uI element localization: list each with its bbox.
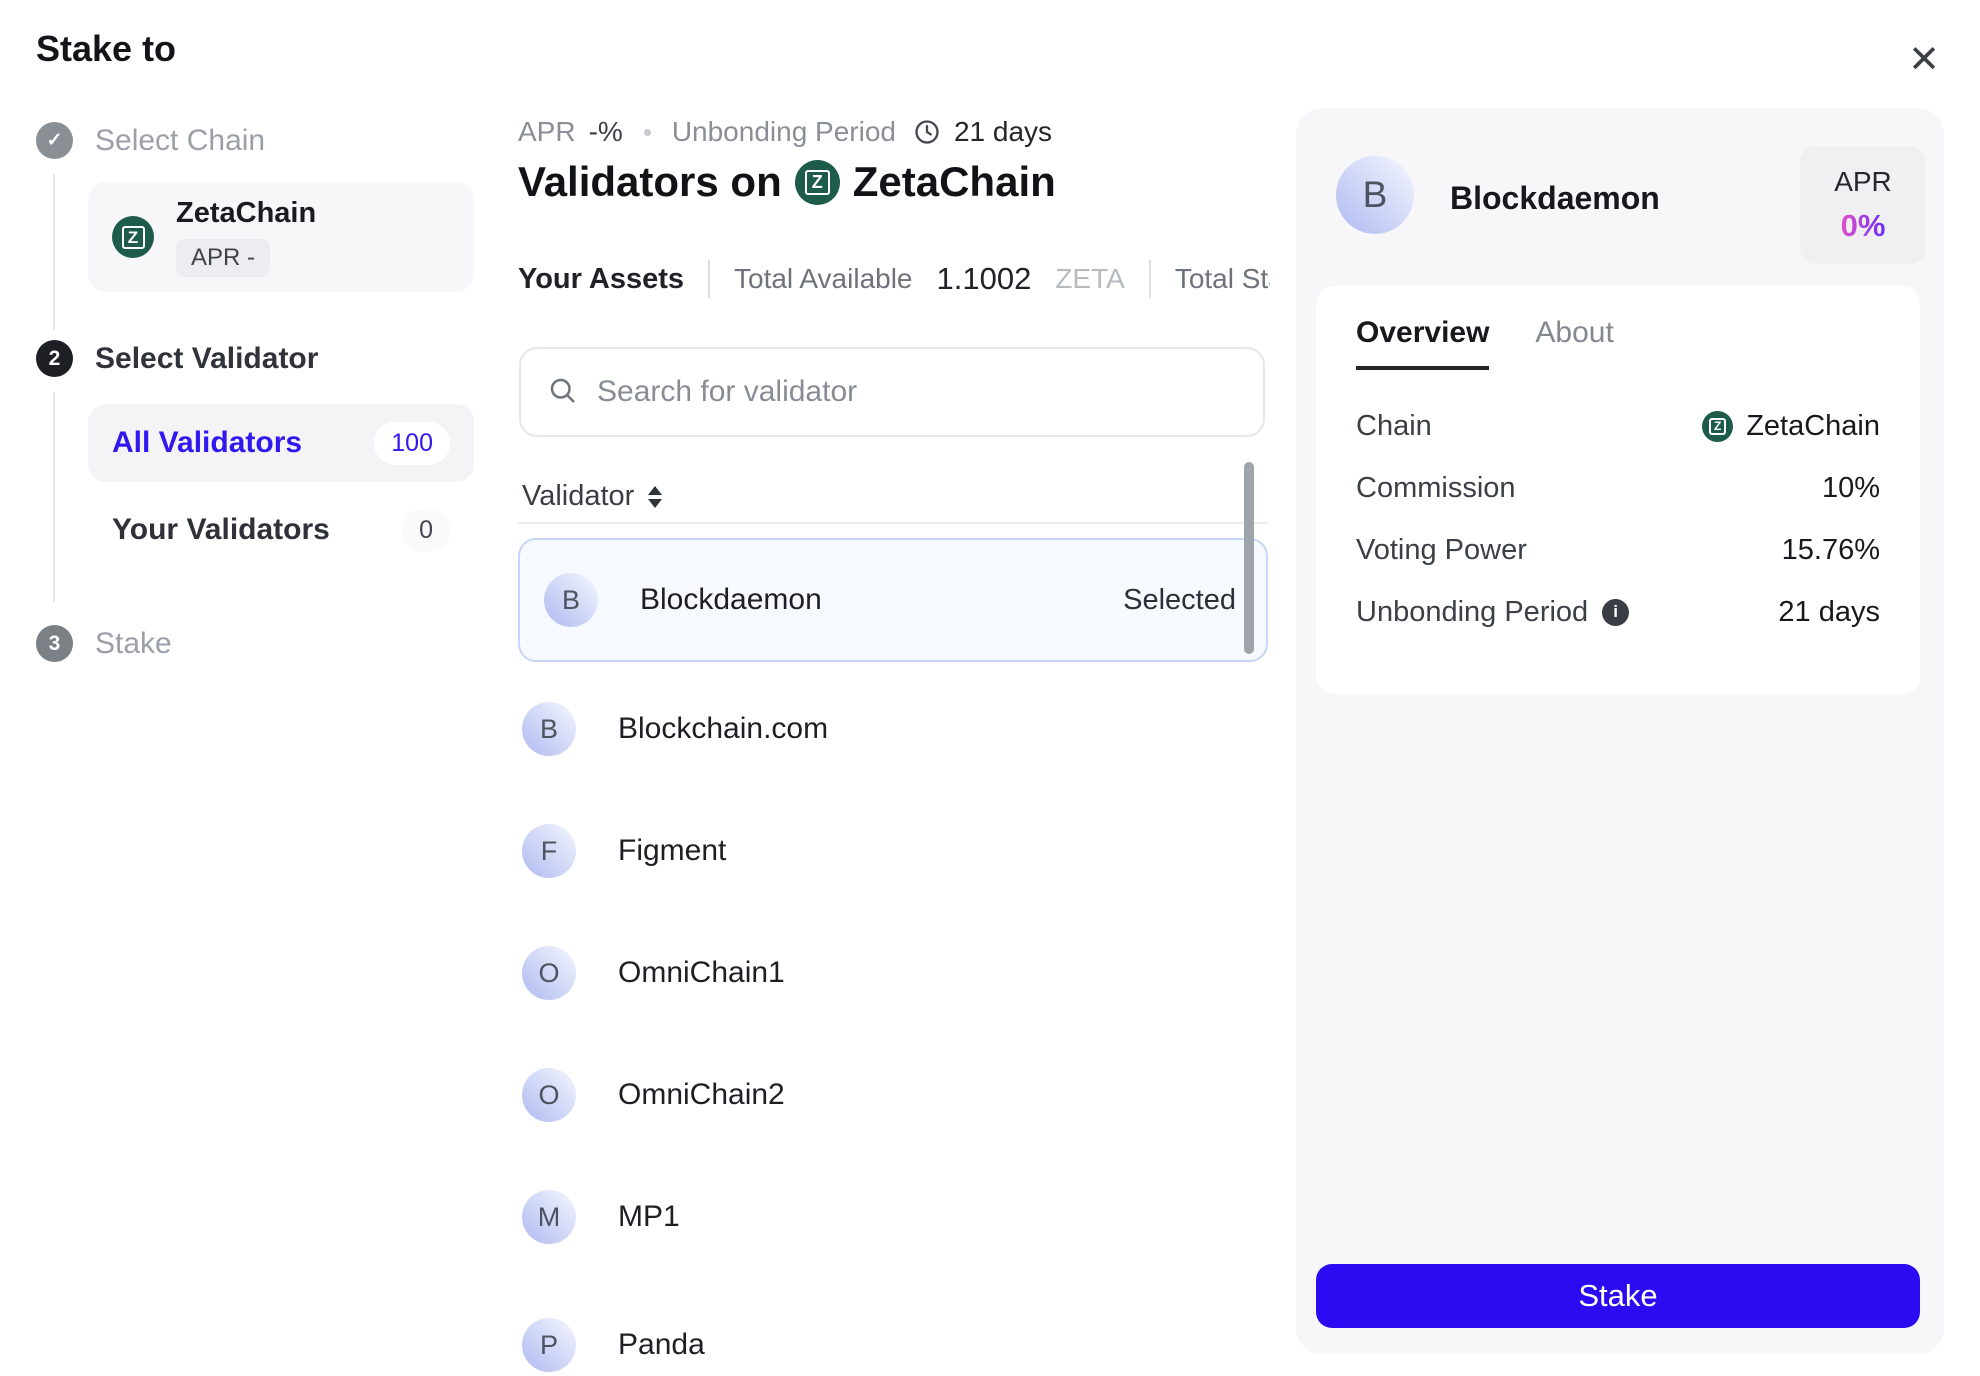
unbonding-value: 21 days bbox=[954, 116, 1052, 148]
selected-badge: Selected bbox=[1123, 584, 1236, 617]
validator-row[interactable]: B Blockchain.com bbox=[522, 702, 1266, 756]
your-assets-label: Your Assets bbox=[518, 263, 684, 296]
zetachain-logo-icon: Z bbox=[1702, 411, 1733, 442]
filter-your-validators[interactable]: Your Validators 0 bbox=[88, 498, 474, 562]
validator-name: Panda bbox=[618, 1328, 705, 1362]
row-value: 21 days bbox=[1778, 594, 1880, 630]
validator-row[interactable]: F Figment bbox=[522, 824, 1266, 878]
validator-name: Figment bbox=[618, 834, 726, 868]
validator-name: Blockchain.com bbox=[618, 712, 828, 746]
validator-row[interactable]: M MP1 bbox=[522, 1190, 1266, 1244]
step-stake: 3 Stake bbox=[36, 625, 172, 662]
detail-row-commission: Commission 10% bbox=[1356, 470, 1880, 506]
tab-overview[interactable]: Overview bbox=[1356, 316, 1489, 370]
validator-detail-name: Blockdaemon bbox=[1450, 180, 1660, 217]
total-available-unit: ZETA bbox=[1055, 263, 1124, 295]
validator-row[interactable]: O OmniChain2 bbox=[522, 1068, 1266, 1122]
avatar: O bbox=[522, 946, 576, 1000]
validator-name: OmniChain1 bbox=[618, 956, 785, 990]
dot-separator bbox=[644, 129, 651, 136]
validator-name: MP1 bbox=[618, 1200, 680, 1234]
divider bbox=[708, 260, 710, 298]
step-connector bbox=[53, 392, 55, 602]
count-badge: 100 bbox=[374, 422, 450, 465]
apr-value: -% bbox=[589, 116, 623, 148]
step-connector bbox=[53, 174, 55, 330]
detail-card: Overview About Chain Z ZetaChain Commiss… bbox=[1316, 286, 1920, 694]
close-button[interactable]: ✕ bbox=[1896, 32, 1952, 88]
scrollbar[interactable] bbox=[1244, 462, 1254, 654]
validator-search[interactable] bbox=[519, 347, 1265, 437]
row-value: ZetaChain bbox=[1746, 408, 1880, 444]
apr-label: APR bbox=[518, 116, 576, 148]
filter-label: Your Validators bbox=[112, 513, 330, 547]
stake-button[interactable]: Stake bbox=[1316, 1264, 1920, 1328]
chain-meta-row: APR -% Unbonding Period 21 days bbox=[518, 116, 1052, 148]
search-icon bbox=[547, 375, 577, 410]
selected-chain-card[interactable]: Z ZetaChain APR - bbox=[88, 182, 474, 292]
row-value: 10% bbox=[1822, 470, 1880, 506]
step-number: 3 bbox=[36, 625, 73, 662]
detail-row-voting-power: Voting Power 15.76% bbox=[1356, 532, 1880, 568]
info-icon[interactable]: i bbox=[1602, 599, 1629, 626]
zetachain-logo-icon: Z bbox=[112, 216, 154, 258]
avatar: O bbox=[522, 1068, 576, 1122]
row-label: Unbonding Period bbox=[1356, 594, 1588, 630]
total-available-value: 1.1002 bbox=[937, 261, 1032, 297]
validator-name: OmniChain2 bbox=[618, 1078, 785, 1112]
section-title-chain: ZetaChain bbox=[853, 158, 1056, 206]
avatar: B bbox=[1336, 156, 1414, 234]
section-title: Validators on Z ZetaChain bbox=[518, 158, 1056, 206]
tab-about[interactable]: About bbox=[1535, 316, 1613, 370]
row-label: Voting Power bbox=[1356, 532, 1527, 568]
avatar: F bbox=[522, 824, 576, 878]
close-icon: ✕ bbox=[1908, 39, 1940, 81]
step-number: 2 bbox=[36, 340, 73, 377]
avatar: B bbox=[522, 702, 576, 756]
step-select-chain: ✓ Select Chain bbox=[36, 122, 265, 159]
stake-modal: Stake to ✕ ✓ Select Chain Z ZetaChain AP… bbox=[0, 0, 1980, 1376]
clock-icon bbox=[913, 118, 941, 146]
detail-row-unbonding: Unbonding Period i 21 days bbox=[1356, 594, 1880, 630]
count-badge: 0 bbox=[402, 509, 450, 552]
validator-row[interactable]: P Panda bbox=[522, 1318, 1266, 1372]
chain-name: ZetaChain bbox=[176, 197, 316, 230]
validator-detail-panel: B Blockdaemon APR 0% Overview About Chai… bbox=[1296, 108, 1944, 1354]
total-available-label: Total Available bbox=[734, 263, 913, 295]
validator-row-selected[interactable]: B Blockdaemon Selected bbox=[518, 538, 1268, 662]
apr-card: APR 0% bbox=[1800, 146, 1926, 264]
detail-tabs: Overview About bbox=[1356, 316, 1880, 370]
row-value: 15.76% bbox=[1782, 532, 1880, 568]
sort-icon bbox=[648, 486, 662, 508]
chain-apr-chip: APR - bbox=[176, 239, 270, 277]
step-select-validator: 2 Select Validator bbox=[36, 340, 318, 377]
assets-summary-row: Your Assets Total Available 1.1002 ZETA … bbox=[518, 260, 1270, 298]
filter-all-validators[interactable]: All Validators 100 bbox=[88, 404, 474, 482]
stepper: ✓ Select Chain Z ZetaChain APR - 2 Selec… bbox=[36, 0, 476, 720]
apr-value: 0% bbox=[1841, 208, 1886, 244]
zetachain-logo-icon: Z bbox=[795, 160, 840, 205]
validator-name: Blockdaemon bbox=[640, 583, 822, 617]
validator-column-header[interactable]: Validator bbox=[522, 480, 662, 513]
step-label: Select Validator bbox=[95, 342, 318, 376]
divider bbox=[518, 522, 1268, 524]
row-label: Commission bbox=[1356, 470, 1516, 506]
avatar: B bbox=[544, 573, 598, 627]
apr-label: APR bbox=[1834, 166, 1892, 198]
validator-list-section: APR -% Unbonding Period 21 days Validato… bbox=[518, 0, 1270, 1376]
step-label: Stake bbox=[95, 627, 172, 661]
divider bbox=[1149, 260, 1151, 298]
filter-label: All Validators bbox=[112, 426, 302, 460]
validator-row[interactable]: O OmniChain1 bbox=[522, 946, 1266, 1000]
total-staked-label: Total Stak bbox=[1175, 263, 1270, 295]
step-label: Select Chain bbox=[95, 124, 265, 158]
search-input[interactable] bbox=[595, 374, 1237, 410]
unbonding-label: Unbonding Period bbox=[672, 116, 896, 148]
row-label: Chain bbox=[1356, 408, 1432, 444]
detail-row-chain: Chain Z ZetaChain bbox=[1356, 408, 1880, 444]
check-icon: ✓ bbox=[36, 122, 73, 159]
avatar: M bbox=[522, 1190, 576, 1244]
avatar: P bbox=[522, 1318, 576, 1372]
